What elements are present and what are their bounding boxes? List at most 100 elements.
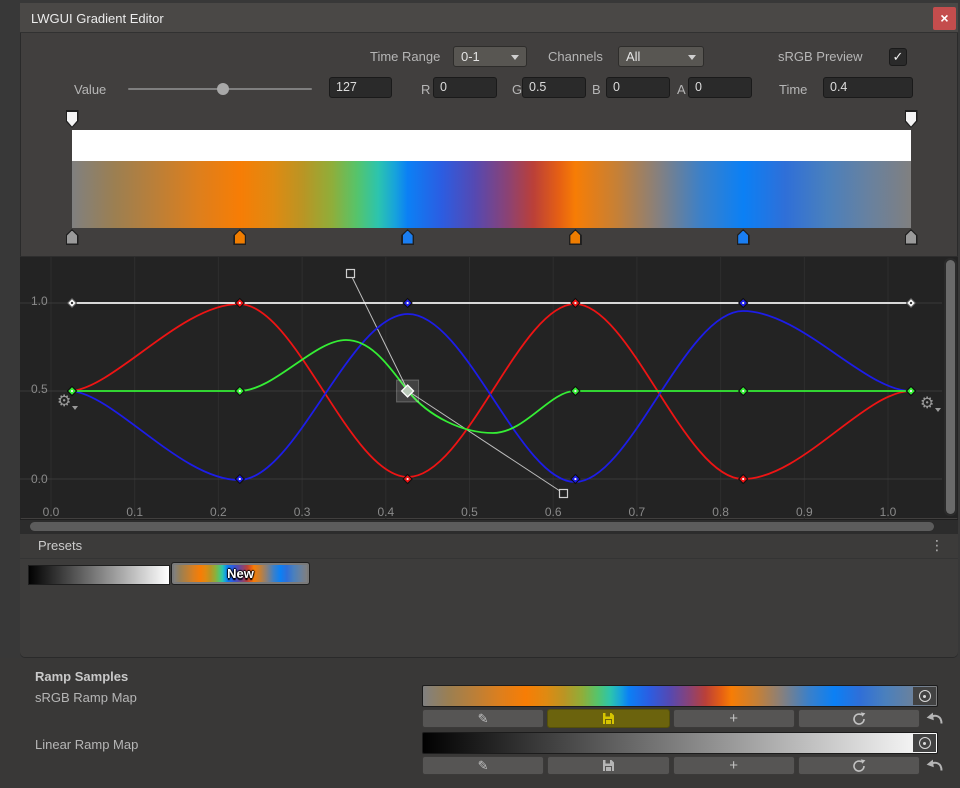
revert-srgb-ramp-button[interactable] [925, 710, 945, 731]
color-key-marker[interactable] [905, 229, 918, 245]
tangent-handle[interactable] [560, 490, 568, 498]
value-slider-thumb[interactable] [217, 83, 229, 95]
color-key-marker[interactable] [233, 229, 246, 245]
channels-label: Channels [548, 49, 603, 64]
curve-key-dot [742, 478, 744, 480]
horizontal-scrollbar[interactable] [20, 519, 958, 534]
save-ramp-button[interactable] [547, 756, 669, 775]
marker-fill [906, 231, 916, 244]
b-label: B [592, 82, 601, 97]
channels-dropdown[interactable]: All [618, 46, 704, 67]
presets-body: New [20, 559, 958, 657]
curve-key-dot [742, 390, 744, 392]
add-ramp-button[interactable]: + [673, 756, 795, 775]
left-curve-settings-gear[interactable]: ⚙ [57, 394, 71, 410]
g-field[interactable]: 0.5 [522, 77, 586, 98]
curve-key-dot [239, 302, 241, 304]
vertical-scrollbar-thumb[interactable] [946, 260, 955, 514]
time-field[interactable]: 0.4 [823, 77, 913, 98]
x-tick-label: 0.3 [285, 505, 319, 519]
time-range-label: Time Range [370, 49, 440, 64]
r-field[interactable]: 0 [433, 77, 497, 98]
curve-key-dot [574, 302, 576, 304]
plus-icon: + [729, 758, 738, 773]
srgb-ramp-buttons: ✎ + [422, 709, 920, 728]
color-key-marker[interactable] [569, 229, 582, 245]
presets-header: Presets ⋮ [20, 534, 958, 559]
titlebar[interactable]: LWGUI Gradient Editor × [20, 3, 958, 33]
a-field[interactable]: 0 [688, 77, 752, 98]
tangent-handle[interactable] [347, 270, 355, 278]
vertical-scrollbar[interactable] [944, 258, 957, 516]
alpha-key-marker[interactable] [66, 110, 79, 128]
srgb-ramp-preview[interactable] [422, 685, 938, 707]
curve-key-dot [574, 390, 576, 392]
preset-swatch-new[interactable]: New [172, 563, 309, 584]
object-picker-icon [919, 737, 931, 749]
srgb-preview-checkbox[interactable]: ✓ [889, 48, 907, 66]
x-tick-label: 0.8 [704, 505, 738, 519]
alpha-key-marker[interactable] [905, 110, 918, 128]
color-key-marker[interactable] [737, 229, 750, 245]
linear-ramp-buttons: ✎ + [422, 756, 920, 775]
value-field[interactable]: 127 [329, 77, 392, 98]
edit-ramp-button[interactable]: ✎ [422, 756, 544, 775]
chevron-down-icon [72, 406, 78, 410]
edit-ramp-button[interactable]: ✎ [422, 709, 544, 728]
srgb-preview-label: sRGB Preview [778, 49, 863, 64]
undo-icon [925, 757, 945, 773]
green-channel-curve[interactable] [72, 340, 911, 433]
b-field[interactable]: 0 [606, 77, 670, 98]
x-tick-label: 0.5 [453, 505, 487, 519]
r-label: R [421, 82, 430, 97]
blue-channel-curve[interactable] [72, 311, 911, 482]
object-picker-icon [919, 690, 931, 702]
time-range-value: 0-1 [461, 49, 480, 64]
ramp-samples-title: Ramp Samples [35, 669, 128, 684]
y-tick-label: 0.0 [31, 472, 48, 486]
object-picker-button[interactable] [913, 734, 936, 752]
x-tick-label: 1.0 [871, 505, 905, 519]
alpha-marker-strip[interactable] [20, 108, 958, 130]
color-key-marker[interactable] [66, 229, 79, 245]
refresh-ramp-button[interactable] [798, 709, 920, 728]
kebab-menu-icon[interactable]: ⋮ [930, 537, 944, 554]
time-range-dropdown[interactable]: 0-1 [453, 46, 527, 67]
curve-key-dot [71, 302, 73, 304]
a-label: A [677, 82, 686, 97]
curve-plot[interactable] [20, 257, 958, 519]
right-curve-settings-gear[interactable]: ⚙ [920, 396, 934, 412]
curve-key-dot [742, 302, 744, 304]
color-key-marker[interactable] [401, 229, 414, 245]
x-tick-label: 0.4 [369, 505, 403, 519]
x-tick-label: 0.1 [118, 505, 152, 519]
marker-fill [738, 231, 748, 244]
preset-swatch-grayscale[interactable] [28, 565, 170, 585]
marker-fill [570, 231, 580, 244]
marker-fill [235, 231, 245, 244]
marker-fill [67, 112, 77, 127]
linear-ramp-preview[interactable] [422, 732, 938, 754]
channels-value: All [626, 49, 640, 64]
gradient-preview-bar[interactable] [72, 161, 911, 228]
revert-linear-ramp-button[interactable] [925, 757, 945, 778]
curve-key-dot [407, 302, 409, 304]
gear-icon: ⚙ [920, 395, 934, 412]
ramp-samples-panel: Ramp Samples sRGB Ramp Map ✎ + Linear Ra… [0, 658, 960, 788]
time-label: Time [779, 82, 807, 97]
g-label: G [512, 82, 522, 97]
chevron-down-icon [511, 55, 519, 60]
color-marker-strip[interactable] [20, 228, 958, 248]
save-ramp-button[interactable] [547, 709, 669, 728]
object-picker-button[interactable] [913, 687, 936, 705]
horizontal-scrollbar-thumb[interactable] [30, 522, 934, 531]
alpha-preview-bar[interactable] [72, 130, 911, 161]
check-icon: ✓ [893, 49, 904, 64]
close-icon: × [940, 10, 948, 26]
curve-key-dot [239, 390, 241, 392]
add-ramp-button[interactable]: + [673, 709, 795, 728]
refresh-ramp-button[interactable] [798, 756, 920, 775]
curve-editor[interactable]: ⚙ ⚙ 0.00.10.20.30.40.50.60.70.80.91.0 1.… [20, 256, 958, 518]
close-button[interactable]: × [933, 7, 956, 30]
linear-ramp-map-label: Linear Ramp Map [35, 737, 138, 752]
